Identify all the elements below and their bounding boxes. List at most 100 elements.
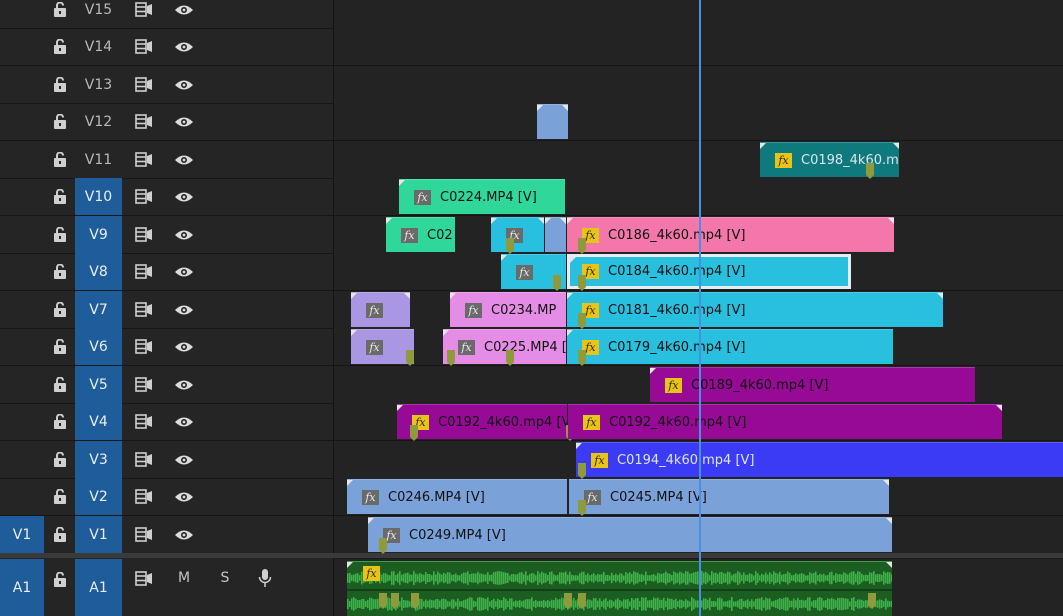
clip[interactable]: fx C0181_4k60.mp4 [V] [567,292,943,327]
clip[interactable]: fx [351,329,414,364]
track-target-v1[interactable]: V1 [75,516,122,553]
lock-open-icon[interactable] [45,66,75,103]
eye-icon[interactable] [165,216,203,253]
microphone-icon[interactable] [246,559,284,597]
sync-lock-icon[interactable] [125,0,163,28]
source-patch-v4[interactable] [0,403,44,440]
track-target-v11[interactable]: V11 [75,141,122,178]
source-patch-v9[interactable] [0,216,44,253]
source-patch-v2[interactable] [0,478,44,515]
source-patch-v11[interactable] [0,141,44,178]
source-patch-v10[interactable] [0,178,44,215]
sync-lock-icon[interactable] [125,253,163,290]
source-patch-v13[interactable] [0,66,44,103]
eye-icon[interactable] [165,403,203,440]
track-target-v4[interactable]: V4 [75,403,122,440]
source-patch-a1[interactable]: A1 [0,559,44,616]
sync-lock-icon[interactable] [125,66,163,103]
sync-lock-icon[interactable] [125,441,163,478]
audio-clip[interactable]: fx [347,561,892,616]
lock-open-icon[interactable] [45,516,75,553]
lock-open-icon[interactable] [45,103,75,140]
keyframe-marker[interactable] [564,593,572,609]
eye-icon[interactable] [165,103,203,140]
clip[interactable]: fx C0225.MP4 [ [443,329,566,364]
track-target-v8[interactable]: V8 [75,253,122,290]
eye-icon[interactable] [165,516,203,553]
keyframe-marker[interactable] [411,593,419,609]
eye-icon[interactable] [165,66,203,103]
sync-lock-icon[interactable] [125,478,163,515]
sync-lock-icon[interactable] [125,291,163,328]
sync-lock-icon[interactable] [125,103,163,140]
eye-icon[interactable] [165,28,203,65]
sync-lock-icon[interactable] [125,28,163,65]
keyframe-marker[interactable] [553,275,561,291]
eye-icon[interactable] [165,253,203,290]
keyframe-marker[interactable] [578,463,586,479]
sync-lock-icon[interactable] [125,366,163,403]
track-target-v10[interactable]: V10 [75,178,122,215]
lock-open-icon[interactable] [45,441,75,478]
keyframe-marker[interactable] [506,238,514,254]
source-patch-v1[interactable]: V1 [0,516,44,553]
mute-button[interactable]: M [165,559,203,597]
keyframe-marker[interactable] [578,313,586,329]
sync-lock-icon[interactable] [125,403,163,440]
eye-icon[interactable] [165,328,203,365]
source-patch-v14[interactable] [0,28,44,65]
source-patch-v5[interactable] [0,366,44,403]
source-patch-v7[interactable] [0,291,44,328]
clip[interactable]: fx C0184_4k60.mp4 [V] [567,254,851,289]
source-patch-v3[interactable] [0,441,44,478]
lock-open-icon[interactable] [45,28,75,65]
clip[interactable]: fx C0186_4k60.mp4 [V] [567,217,894,252]
video-audio-divider[interactable] [0,553,1063,558]
lock-open-icon[interactable] [45,403,75,440]
lock-open-icon[interactable] [45,559,75,599]
keyframe-marker[interactable] [578,350,586,366]
sync-lock-icon[interactable] [125,559,163,597]
track-target-v15[interactable]: V15 [75,0,122,28]
clip[interactable]: fx C02 [386,217,455,252]
source-patch-v12[interactable] [0,103,44,140]
source-patch-v8[interactable] [0,253,44,290]
track-target-v7[interactable]: V7 [75,291,122,328]
keyframe-marker[interactable] [410,425,418,441]
sync-lock-icon[interactable] [125,216,163,253]
keyframe-marker[interactable] [406,350,414,366]
eye-icon[interactable] [165,0,203,28]
lock-open-icon[interactable] [45,291,75,328]
track-target-v3[interactable]: V3 [75,441,122,478]
clip[interactable]: fx C0198_4k60.m [760,142,899,177]
track-target-v13[interactable]: V13 [75,66,122,103]
source-patch-v6[interactable] [0,328,44,365]
clip[interactable]: fx C0224.MP4 [V] [399,179,565,214]
keyframe-marker[interactable] [379,538,387,554]
track-target-v6[interactable]: V6 [75,328,122,365]
clip[interactable] [537,104,568,139]
keyframe-marker[interactable] [391,593,399,609]
sync-lock-icon[interactable] [125,178,163,215]
eye-icon[interactable] [165,178,203,215]
solo-button[interactable]: S [206,559,244,597]
clip[interactable]: fx C0249.MP4 [V] [368,517,892,552]
timeline-panel[interactable]: V15 V14 V13 V12 V11 V10 V9 V8 V7 V6 V5 V4 V3 V2 V1 V1 A1… [0,0,1063,616]
keyframe-marker[interactable] [379,593,387,609]
eye-icon[interactable] [165,478,203,515]
clip[interactable]: fx C0192_4k60.mp4 [V [397,404,567,439]
track-target-a1[interactable]: A1 [75,559,122,616]
keyframe-marker[interactable] [578,238,586,254]
track-target-v2[interactable]: V2 [75,478,122,515]
keyframe-marker[interactable] [506,350,514,366]
source-patch-v15[interactable] [0,0,44,28]
lock-open-icon[interactable] [45,178,75,215]
clip[interactable]: fx C0234.MP [450,292,566,327]
track-target-v9[interactable]: V9 [75,216,122,253]
lock-open-icon[interactable] [45,366,75,403]
sync-lock-icon[interactable] [125,516,163,553]
clip[interactable]: fx [491,217,544,252]
keyframe-marker[interactable] [447,350,455,366]
track-target-v12[interactable]: V12 [75,103,122,140]
lock-open-icon[interactable] [45,216,75,253]
